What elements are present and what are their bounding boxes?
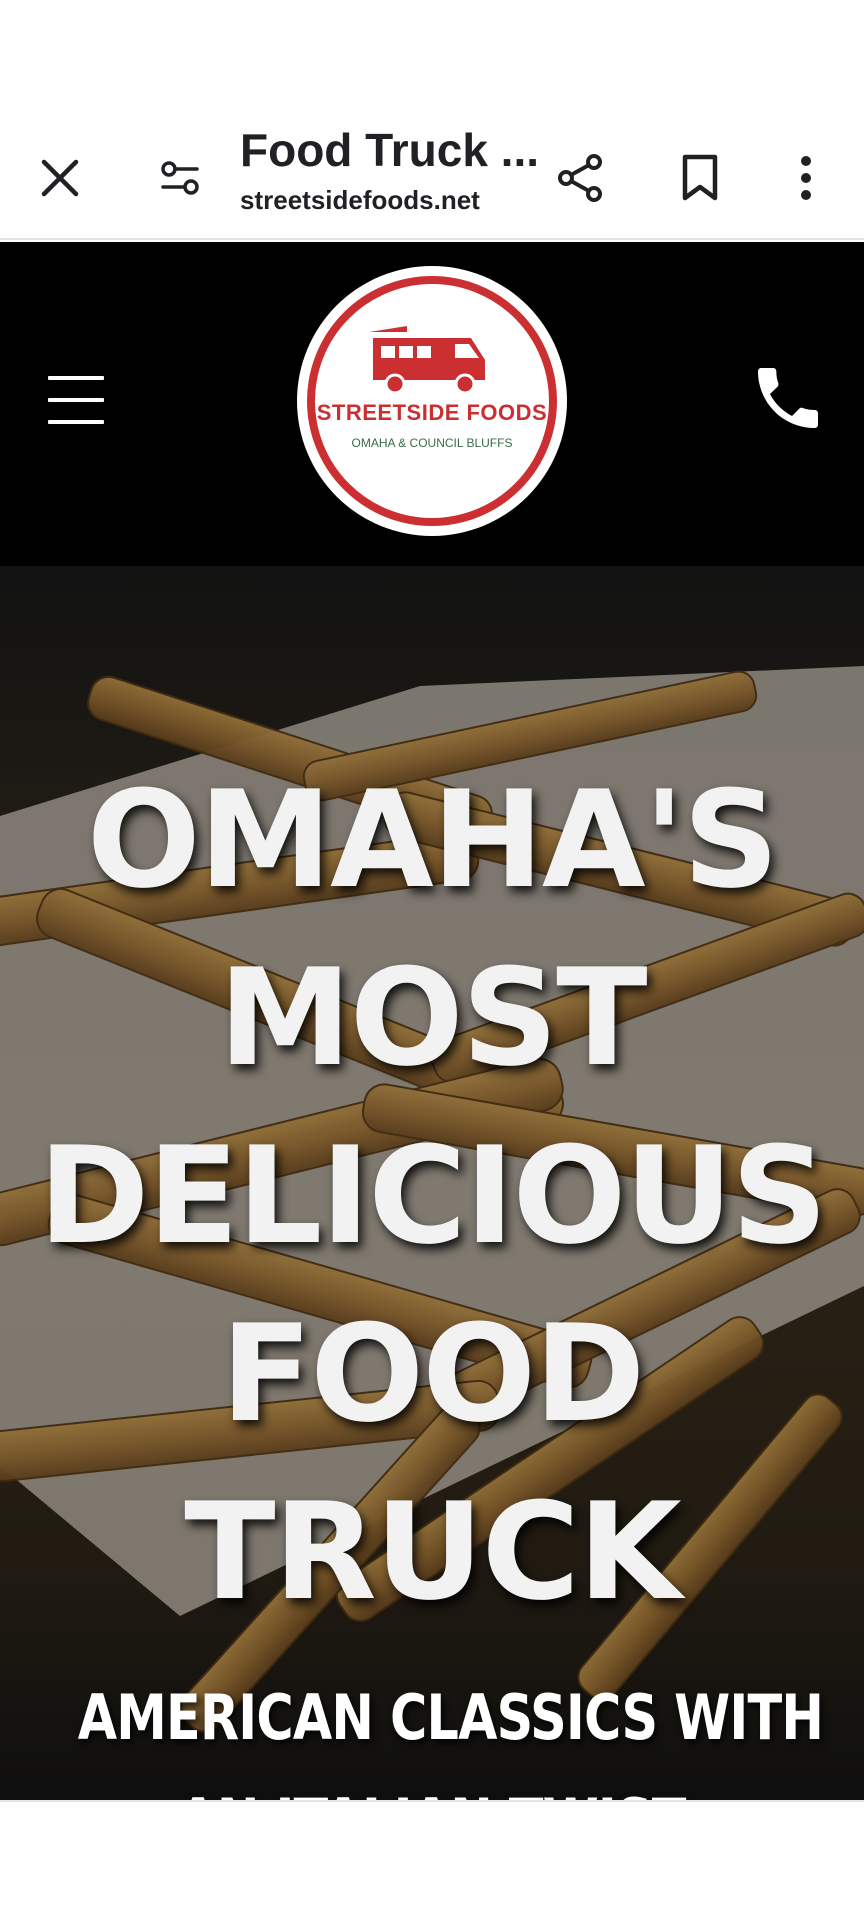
site-header: STREETSIDE FOODS OMAHA & COUNCIL BLUFFS [0, 242, 864, 566]
bottom-blank-area [0, 1800, 864, 1920]
page-title-area[interactable]: Food Truck ... streetsidefoods.net [240, 118, 539, 240]
site-settings-button[interactable] [140, 138, 220, 218]
food-truck-icon [369, 326, 485, 395]
logo-subtitle: OMAHA & COUNCIL BLUFFS [351, 436, 513, 450]
tune-icon [161, 161, 199, 195]
browser-toolbar: Food Truck ... streetsidefoods.net [0, 118, 864, 240]
hero-section: OMAHA'S MOST DELICIOUS FOOD TRUCK AMERIC… [0, 566, 864, 1800]
menu-bar [48, 376, 104, 380]
call-button[interactable] [748, 358, 828, 438]
subheadline-line: AMERICAN CLASSICS WITH [77, 1681, 824, 1754]
status-bar [0, 0, 864, 118]
close-icon [41, 159, 79, 197]
bookmark-button[interactable] [660, 138, 740, 218]
subheadline-line: AN ITALIAN TWIST [78, 1770, 786, 1800]
more-vert-icon [801, 156, 811, 200]
hero-headline: OMAHA'S MOST DELICIOUS FOOD TRUCK [0, 751, 864, 1641]
bookmark-icon [682, 154, 718, 201]
menu-bar [48, 398, 104, 402]
headline-line: MOST [218, 940, 647, 1096]
page-title: Food Truck ... [240, 124, 540, 176]
hero-subheadline: AMERICAN CLASSICS WITH AN ITALIAN TWIST [0, 1666, 864, 1800]
headline-line: FOOD [220, 1296, 646, 1452]
phone-icon [758, 368, 818, 428]
headline-line: OMAHA'S [86, 762, 779, 918]
logo-name: STREETSIDE FOODS [316, 400, 548, 425]
share-button[interactable] [540, 138, 620, 218]
hamburger-menu-icon[interactable] [40, 370, 112, 430]
headline-line: DELICIOUS [38, 1118, 827, 1274]
share-icon [558, 154, 602, 202]
close-button[interactable] [20, 138, 100, 218]
site-logo[interactable]: STREETSIDE FOODS OMAHA & COUNCIL BLUFFS [297, 266, 567, 536]
headline-line: TRUCK [184, 1474, 682, 1630]
menu-bar [48, 420, 104, 424]
more-options-button[interactable] [766, 138, 846, 218]
page-url: streetsidefoods.net [240, 185, 480, 215]
